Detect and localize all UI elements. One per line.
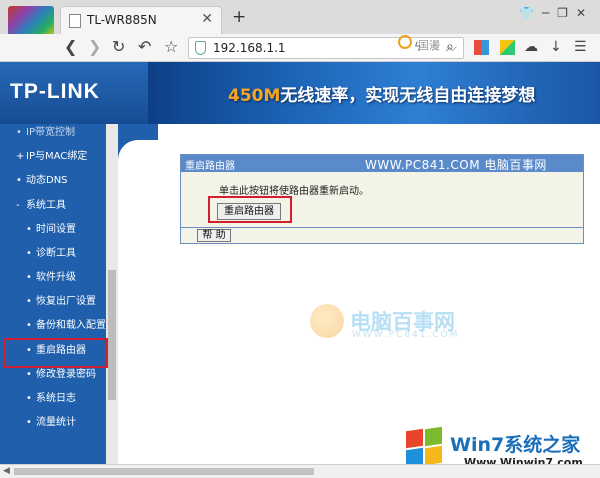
reload-icon[interactable]: ↻	[112, 38, 125, 56]
horizontal-scrollbar[interactable]: ◀	[0, 464, 600, 478]
browser-tab-bar: TL-WR885N ✕ + 👕─❐✕	[0, 0, 600, 52]
search-go-icon[interactable]: ⌕	[446, 39, 454, 55]
horizontal-scrollbar-thumb[interactable]	[14, 468, 314, 475]
restore-icon[interactable]: ❐	[557, 6, 576, 20]
tp-link-logo: TP-LINK	[10, 80, 100, 103]
sidebar-item-label: 软件升级	[36, 272, 76, 283]
undo-icon[interactable]: ↶	[138, 38, 151, 56]
back-icon[interactable]: ❮	[64, 38, 77, 56]
sidebar-item-label: 时间设置	[36, 224, 76, 235]
bookmark-star-icon[interactable]: ☆	[164, 38, 178, 56]
sidebar-item-label: 流量统计	[36, 417, 76, 428]
search-hint[interactable]: 国漫	[418, 37, 440, 53]
url-text[interactable]: 192.168.1.1	[213, 41, 286, 55]
sidebar-item-label: 系统工具	[26, 200, 66, 211]
sidebar-item-label: 系统日志	[36, 393, 76, 404]
sidebar-item-bullet: -	[16, 200, 20, 211]
panel-title: 重启路由器	[185, 161, 235, 172]
help-button[interactable]: 帮 助	[197, 229, 231, 242]
sidebar-item-bullet: •	[16, 175, 22, 186]
sidebar-item[interactable]: • 备份和载入配置	[0, 316, 106, 336]
corner-watermark-title: Win7系统之家	[450, 434, 581, 456]
sidebar-item[interactable]: • 诊断工具	[0, 244, 106, 264]
sidebar-item-bullet: •	[26, 417, 32, 428]
sidebar-item-label: IP带宽控制	[26, 127, 75, 138]
sidebar-item-label: 备份和载入配置	[36, 320, 106, 331]
logo-area: TP-LINK	[0, 62, 148, 124]
sidebar-item[interactable]: • 动态DNS	[0, 171, 106, 191]
sidebar-item[interactable]: • 恢复出厂设置	[0, 292, 106, 312]
new-tab-button[interactable]: +	[232, 9, 246, 26]
site-watermark: WWW.PC841.COM 电脑百事网	[365, 158, 547, 172]
sidebar-item-bullet: •	[26, 369, 32, 380]
header-banner: 450M无线速率，实现无线自由连接梦想	[148, 62, 600, 124]
sidebar-menu: • IP带宽控制 + IP与MAC绑定 • 动态DNS - 系统工具 • 时间设置 • 诊断工具 • 软件…	[0, 124, 118, 464]
cloud-icon[interactable]: ☁	[524, 39, 538, 55]
sidebar-item-bullet: +	[16, 151, 25, 162]
sidebar-item-bullet: •	[26, 320, 32, 331]
extension-icon[interactable]	[500, 40, 515, 55]
sidebar-item[interactable]: • 修改登录密码	[0, 365, 106, 385]
active-item-highlight	[4, 338, 108, 368]
banner-slogan: 450M无线速率，实现无线自由连接梦想	[228, 81, 535, 106]
browser-tab[interactable]: TL-WR885N ✕	[60, 6, 222, 34]
screen: TL-WR885N ✕ + 👕─❐✕ ❮ ❯ ↻ ↶ ☆ 192.168.1.1…	[0, 0, 600, 478]
apps-icon[interactable]	[474, 40, 489, 55]
download-icon[interactable]: ↓	[550, 39, 562, 55]
sidebar-item[interactable]: • 时间设置	[0, 220, 106, 240]
sidebar-item-bullet: •	[16, 127, 22, 138]
watermark-logo-icon	[310, 304, 344, 338]
scroll-left-icon[interactable]: ◀	[3, 466, 10, 476]
sidebar-scrollbar-thumb[interactable]	[108, 270, 116, 400]
banner-text: 无线速率，实现无线自由连接梦想	[280, 86, 536, 106]
sidebar-item-label: IP与MAC绑定	[26, 151, 88, 162]
sidebar-item-label: 恢复出厂设置	[36, 296, 96, 307]
watermark-url: WWW.PC841.COM	[352, 330, 460, 340]
shirt-icon[interactable]: 👕	[519, 6, 542, 20]
sidebar-item[interactable]: • IP带宽控制	[0, 123, 106, 143]
close-icon[interactable]: ✕	[576, 6, 594, 20]
sidebar-item-bullet: •	[26, 296, 32, 307]
browser-toolbar: ❮ ❯ ↻ ↶ ☆ 192.168.1.1 ϟ ☆ ⌵ 国漫 ⌕ ☁ ↓ ☰	[0, 34, 600, 62]
shield-icon	[195, 41, 206, 55]
search-icon[interactable]	[398, 35, 412, 49]
windows-logo-icon	[404, 426, 444, 468]
sidebar-item[interactable]: + IP与MAC绑定	[0, 147, 106, 167]
sidebar-item-label: 动态DNS	[26, 175, 68, 186]
minimize-icon[interactable]: ─	[542, 6, 557, 20]
router-header: TP-LINK 450M无线速率，实现无线自由连接梦想	[0, 62, 600, 124]
close-tab-icon[interactable]: ✕	[201, 11, 213, 27]
page-icon	[69, 14, 81, 28]
sidebar-item-bullet: •	[26, 393, 32, 404]
sidebar-item-label: 诊断工具	[36, 248, 76, 259]
sidebar-item[interactable]: • 系统日志	[0, 389, 106, 409]
window-controls: 👕─❐✕	[519, 6, 594, 20]
banner-speed: 450M	[228, 86, 281, 106]
corner-decoration-inner	[118, 140, 158, 180]
sidebar-item-bullet: •	[26, 248, 32, 259]
help-bar: 帮 助	[181, 227, 583, 243]
panel-header: 重启路由器 WWW.PC841.COM 电脑百事网	[181, 155, 583, 172]
sidebar-item-bullet: •	[26, 224, 32, 235]
sidebar-item[interactable]: • 流量统计	[0, 413, 106, 433]
sidebar-item-label: 修改登录密码	[36, 369, 96, 380]
sidebar-item[interactable]: - 系统工具	[0, 196, 106, 216]
sidebar-item[interactable]: • 软件升级	[0, 268, 106, 288]
tab-title: TL-WR885N	[87, 13, 157, 27]
forward-icon[interactable]: ❯	[88, 38, 101, 56]
sidebar-item-bullet: •	[26, 272, 32, 283]
menu-icon[interactable]: ☰	[574, 39, 587, 55]
panel-description: 单击此按钮将使路由器重新启动。	[219, 186, 369, 197]
reboot-button-highlight	[208, 196, 292, 223]
